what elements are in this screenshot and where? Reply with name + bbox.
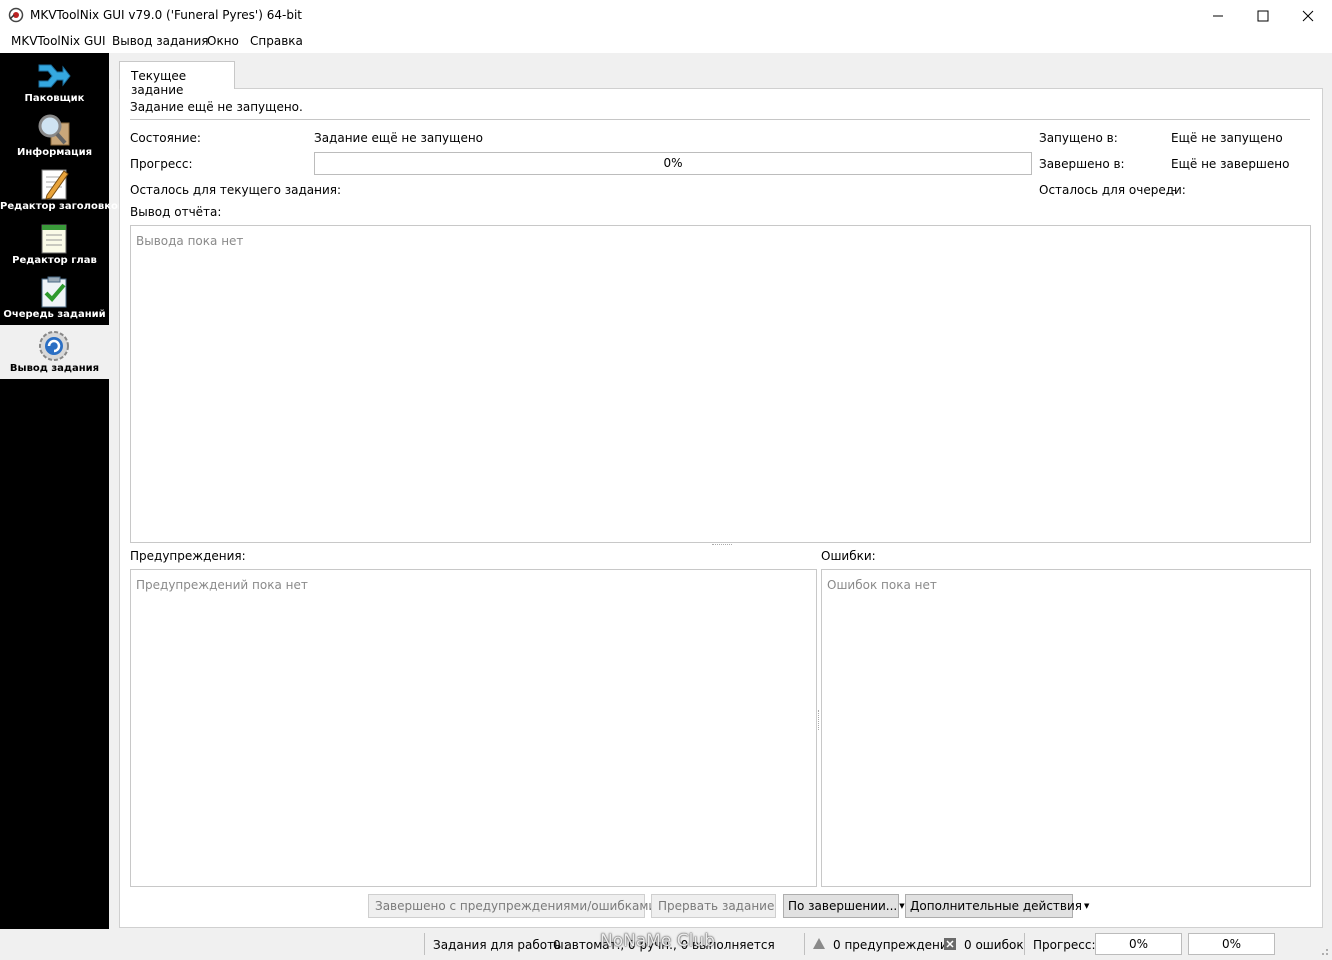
errors-textbox[interactable]: Ошибок пока нет <box>821 569 1311 887</box>
gear-spinner-icon <box>39 331 69 361</box>
sidebar-item-job-queue[interactable]: Очередь заданий <box>0 271 109 325</box>
status-separator <box>1024 933 1025 955</box>
minimize-icon <box>1213 15 1223 16</box>
resize-grip-icon[interactable] <box>1318 945 1330 957</box>
close-icon <box>1302 10 1314 21</box>
window-title: MKVToolNix GUI v79.0 ('Funeral Pyres') 6… <box>30 8 302 22</box>
menu-help[interactable]: Справка <box>250 34 303 48</box>
menu-bar: MKVToolNix GUI Вывод задания Окно Справк… <box>0 31 1332 53</box>
close-button[interactable] <box>1285 0 1331 31</box>
remaining-current-value: – <box>314 183 320 197</box>
watermark: NoNaMe Club <box>600 931 715 951</box>
merge-arrow-icon <box>38 64 71 88</box>
finished-value: Ещё не завершено <box>1171 157 1290 171</box>
menu-mkvtoolnix[interactable]: MKVToolNix GUI <box>11 34 106 48</box>
warnings-textbox[interactable]: Предупреждений пока нет <box>130 569 817 887</box>
app-logo-icon <box>8 7 24 23</box>
menu-window[interactable]: Окно <box>207 34 239 48</box>
splitter-handle-horizontal[interactable] <box>712 544 732 548</box>
status-separator <box>804 933 805 955</box>
status-label: Состояние: <box>130 131 201 145</box>
output-label: Вывод отчёта: <box>130 205 222 219</box>
status-progress-label: Прогресс: <box>1033 938 1096 952</box>
menu-job-output[interactable]: Вывод задания <box>112 34 208 48</box>
warning-icon <box>813 938 825 949</box>
sidebar-item-info[interactable]: Информация <box>0 109 109 163</box>
on-finish-button[interactable]: По завершении... ▼ <box>783 894 905 918</box>
sidebar-item-job-output[interactable]: Вывод задания <box>0 325 109 379</box>
finished-label: Завершено в: <box>1039 157 1125 171</box>
errors-count: 0 ошибок <box>964 938 1024 952</box>
status-separator <box>424 933 425 955</box>
separator <box>130 119 1310 120</box>
status-bar: Задания для работы: 0 автомат., 0 ручн.,… <box>0 929 1332 960</box>
warnings-count: 0 предупреждений <box>833 938 956 952</box>
pencil-paper-icon <box>41 169 69 200</box>
chevron-down-icon: ▼ <box>1084 902 1090 910</box>
minimize-button[interactable] <box>1195 0 1241 31</box>
sidebar-item-chapter-editor[interactable]: Редактор глав <box>0 217 109 271</box>
status-value: Задание ещё не запущено <box>314 131 484 145</box>
tool-sidebar: Паковщик Информация Редактор заголовков … <box>0 53 124 960</box>
remaining-current-label: Осталось для текущего задания: <box>130 183 342 197</box>
tab-current-job[interactable]: Текущее задание <box>119 61 235 97</box>
started-label: Запущено в: <box>1039 131 1118 145</box>
job-header: Задание ещё не запущено. <box>130 100 303 114</box>
remaining-queue-value: – <box>1171 183 1177 197</box>
maximize-button[interactable] <box>1240 0 1286 31</box>
warnings-label: Предупреждения: <box>130 549 246 563</box>
magnifier-icon <box>38 114 70 146</box>
current-job-progress-bar: 0% <box>1095 933 1182 955</box>
remaining-queue-label: Осталось для очереди: <box>1039 183 1186 197</box>
more-actions-button[interactable]: Дополнительные действия ▼ <box>905 894 1089 918</box>
errors-label: Ошибки: <box>821 549 876 563</box>
acknowledge-warnings-button[interactable]: Завершено с предупреждениями/ошибками <box>368 894 656 918</box>
checklist-icon <box>41 276 67 308</box>
output-textbox[interactable]: Вывода пока нет <box>130 225 1311 543</box>
progress-label: Прогресс: <box>130 157 193 171</box>
chevron-down-icon: ▼ <box>899 902 905 910</box>
notepad-icon <box>41 224 67 254</box>
job-progress-value: 0% <box>663 156 683 170</box>
sidebar-item-multiplexer[interactable]: Паковщик <box>0 55 109 109</box>
job-progress-bar: 0% <box>314 152 1032 175</box>
total-progress-bar: 0% <box>1188 933 1275 955</box>
abort-job-button[interactable]: Прервать задание <box>651 894 776 918</box>
jobs-to-run-label: Задания для работы: <box>433 938 568 952</box>
sidebar-item-header-editor[interactable]: Редактор заголовков <box>0 163 124 217</box>
started-value: Ещё не запущено <box>1171 131 1283 145</box>
maximize-icon <box>1257 10 1269 21</box>
title-bar: MKVToolNix GUI v79.0 ('Funeral Pyres') 6… <box>0 0 1332 31</box>
error-icon <box>944 938 956 950</box>
